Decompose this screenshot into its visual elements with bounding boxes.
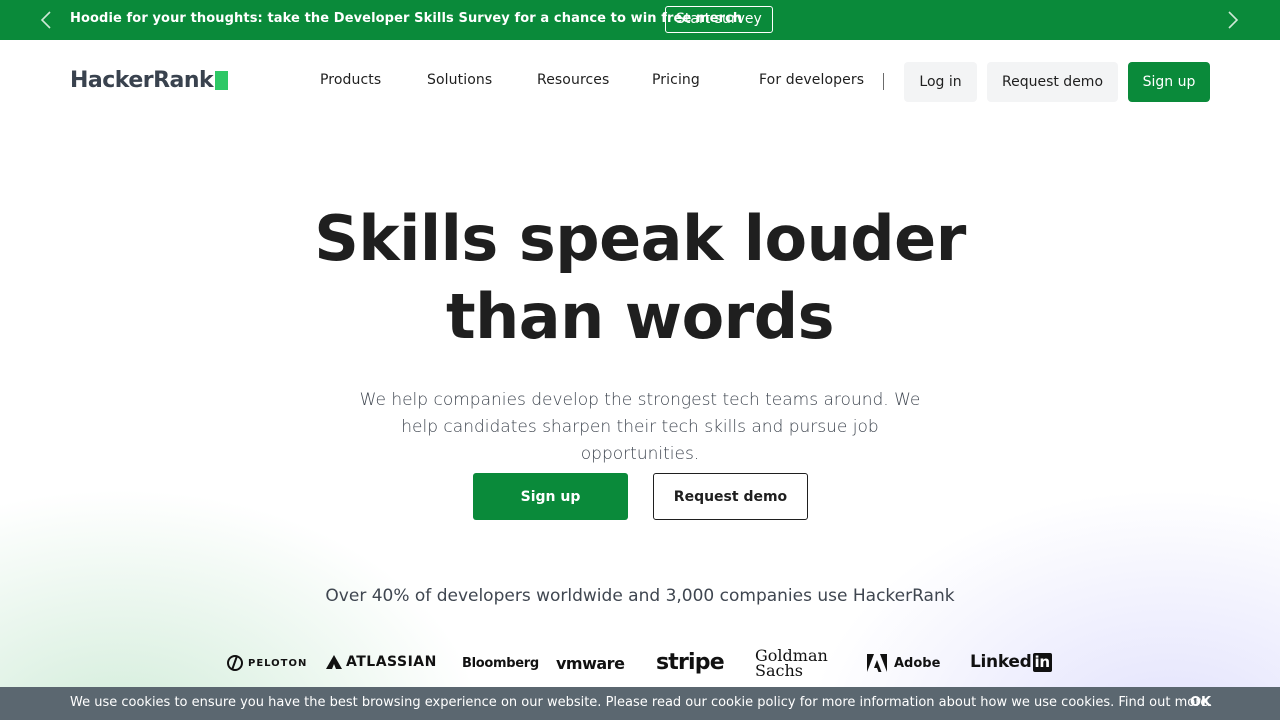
- announcement-message: Hoodie for your thoughts: take the Devel…: [70, 11, 743, 26]
- usage-stat-line: Over 40% of developers worldwide and 3,0…: [325, 586, 955, 606]
- atlassian-logo: ATLASSIAN: [326, 654, 437, 670]
- hero-subtext: We help companies develop the strongest …: [359, 390, 921, 464]
- adobe-logo-text: Adobe: [894, 655, 941, 671]
- atlassian-mark-icon: [326, 655, 342, 669]
- vmware-logo: vmware: [556, 654, 625, 673]
- goldman-sachs-line2: Sachs: [755, 661, 803, 680]
- nav-item-solutions[interactable]: Solutions: [427, 72, 492, 88]
- next-announcement-arrow-icon[interactable]: [1223, 10, 1243, 30]
- nav-item-products[interactable]: Products: [320, 72, 381, 88]
- cookie-banner-text: We use cookies to ensure you have the be…: [70, 695, 1213, 710]
- cookie-banner: We use cookies to ensure you have the be…: [0, 687, 1280, 720]
- hackerrank-logo[interactable]: HackerRank: [70, 68, 229, 93]
- linkedin-logo: Linked in: [970, 652, 1052, 672]
- main-navigation: HackerRank Products Solutions Resources …: [0, 40, 1280, 122]
- cookie-ok-button[interactable]: OK: [1190, 695, 1211, 710]
- stripe-logo-text: stripe: [656, 650, 725, 675]
- atlassian-logo-text: ATLASSIAN: [346, 654, 437, 670]
- request-demo-nav-button[interactable]: Request demo: [987, 62, 1118, 102]
- bloomberg-logo-text: Bloomberg: [462, 656, 539, 671]
- adobe-mark-icon: [867, 654, 887, 672]
- signup-nav-button[interactable]: Sign up: [1128, 62, 1210, 102]
- stripe-logo: stripe: [656, 650, 725, 675]
- hero-headline-line2: than words: [445, 280, 835, 353]
- logo-green-block-icon: [215, 71, 229, 90]
- hero-signup-button[interactable]: Sign up: [473, 473, 628, 520]
- nav-item-resources[interactable]: Resources: [537, 72, 609, 88]
- nav-item-for-developers[interactable]: For developers: [759, 72, 864, 88]
- login-button[interactable]: Log in: [904, 62, 977, 102]
- peloton-logo: PELOTON: [226, 654, 307, 672]
- nav-divider: [883, 73, 884, 90]
- goldman-sachs-logo: Goldman Sachs: [755, 648, 828, 680]
- vmware-logo-text: vmware: [556, 654, 625, 673]
- announcement-bar: Hoodie for your thoughts: take the Devel…: [0, 0, 1280, 40]
- hero-headline-line1: Skills speak louder: [314, 202, 966, 275]
- linkedin-in-box: in: [1032, 652, 1052, 672]
- start-survey-button[interactable]: Start survey: [665, 6, 773, 33]
- adobe-logo: Adobe: [867, 654, 940, 672]
- previous-announcement-arrow-icon[interactable]: [36, 10, 56, 30]
- linkedin-logo-text: Linked: [970, 652, 1032, 672]
- logo-text: HackerRank: [70, 68, 214, 93]
- bloomberg-logo: Bloomberg: [462, 656, 539, 671]
- peloton-logo-text: PELOTON: [248, 657, 308, 669]
- hero-request-demo-button[interactable]: Request demo: [653, 473, 808, 520]
- hero-headline: Skills speak louder than words: [0, 200, 1280, 356]
- peloton-mark-icon: [227, 655, 243, 671]
- nav-item-pricing[interactable]: Pricing: [652, 72, 700, 88]
- customer-logos: PELOTON ATLASSIAN Bloomberg vmware strip…: [0, 645, 1280, 685]
